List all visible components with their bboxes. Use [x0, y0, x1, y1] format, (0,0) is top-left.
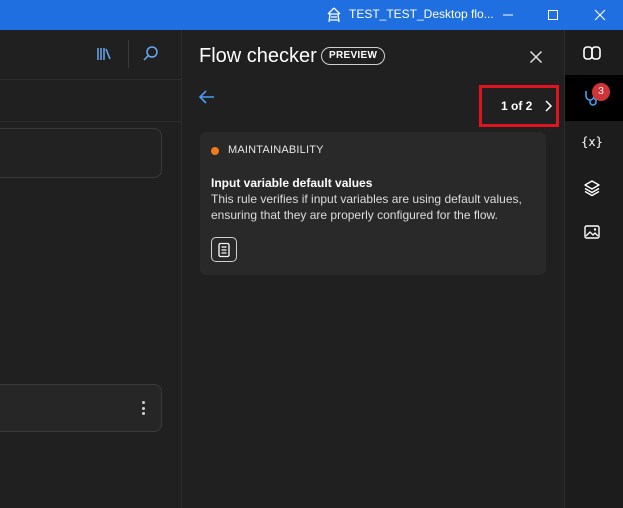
images-button[interactable]	[580, 220, 604, 244]
close-panel-button[interactable]	[523, 44, 549, 70]
error-count-badge: 3	[592, 83, 610, 101]
library-icon[interactable]	[94, 44, 114, 64]
rule-description: This rule verifies if input variables ar…	[211, 192, 522, 222]
title-bar: TEST_TEST_Desktop flo...	[0, 0, 623, 30]
documentation-button[interactable]	[211, 237, 237, 262]
designer-subheader	[0, 80, 182, 122]
variables-icon[interactable]: {x}	[577, 135, 607, 149]
copilot-button[interactable]	[580, 41, 604, 65]
app-icon	[327, 7, 341, 23]
rule-category: MAINTAINABILITY	[228, 144, 324, 156]
search-icon[interactable]	[141, 44, 161, 64]
ui-elements-button[interactable]	[580, 176, 604, 200]
flow-checker-panel: Flow checker PREVIEW 1 of 2 MAINTAINABIL…	[183, 30, 564, 508]
rule-card[interactable]: MAINTAINABILITY Input variable default v…	[200, 132, 546, 275]
window-title: TEST_TEST_Desktop flo...	[349, 7, 494, 21]
next-page-icon[interactable]	[542, 99, 554, 113]
severity-dot	[211, 147, 219, 155]
designer-pane	[0, 30, 182, 508]
close-icon	[529, 50, 543, 64]
rule-title: Input variable default values	[211, 176, 373, 190]
copilot-icon	[583, 46, 601, 60]
minimize-button[interactable]	[485, 0, 531, 30]
maximize-icon	[548, 10, 558, 20]
close-icon	[594, 9, 606, 21]
close-window-button[interactable]	[577, 0, 623, 30]
pager-control: 1 of 2	[479, 85, 559, 127]
panel-title: Flow checker	[199, 45, 317, 67]
designer-toolbar	[0, 30, 182, 80]
back-arrow-icon[interactable]	[196, 86, 218, 108]
designer-input-field[interactable]	[0, 128, 162, 178]
image-icon	[584, 225, 600, 239]
pager-text: 1 of 2	[501, 99, 533, 113]
minimize-icon	[503, 14, 513, 16]
maximize-button[interactable]	[530, 0, 576, 30]
toolbar-divider	[128, 40, 129, 68]
right-rail: 3 {x}	[564, 30, 623, 508]
preview-badge: PREVIEW	[321, 47, 386, 65]
layers-icon	[584, 180, 600, 197]
document-icon	[218, 242, 230, 257]
more-options-icon[interactable]	[135, 398, 151, 418]
